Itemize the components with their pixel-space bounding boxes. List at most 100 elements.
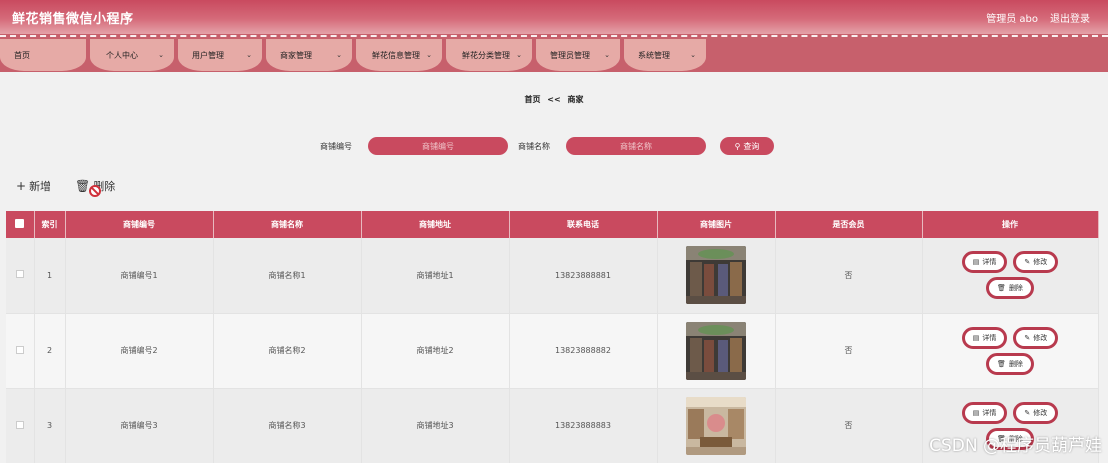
column-header: 商铺图片 xyxy=(657,211,776,238)
table-row: 2 商铺编号2 商铺名称2 商铺地址2 13823888882 否 ▤ 详情 ✎… xyxy=(6,313,1099,389)
detail-label: 详情 xyxy=(982,408,997,417)
document-icon: ▤ xyxy=(972,333,980,342)
edit-button[interactable]: ✎ 修改 xyxy=(1013,251,1059,274)
nav-admin-management[interactable]: 管理员管理 ⌄ xyxy=(536,39,620,71)
chevron-down-icon: ⌄ xyxy=(246,51,252,59)
breadcrumb-home[interactable]: 首页 xyxy=(525,95,541,104)
pencil-icon: ✎ xyxy=(1024,258,1031,267)
search-button-label: 查询 xyxy=(743,141,760,151)
phone-cell: 13823888883 xyxy=(509,388,658,463)
add-button[interactable]: + 新增 xyxy=(16,178,51,194)
edit-label: 修改 xyxy=(1033,408,1048,417)
search-button[interactable]: ⚲ 查询 xyxy=(720,137,774,155)
chevron-down-icon: ⌄ xyxy=(426,51,432,59)
phone-cell: 13823888881 xyxy=(509,238,658,314)
document-icon: ▤ xyxy=(972,408,980,417)
select-all-checkbox[interactable] xyxy=(15,219,25,228)
delete-button[interactable]: 🗑 删除 xyxy=(986,352,1034,375)
shop-address-cell: 商铺地址3 xyxy=(361,388,510,463)
not-allowed-cursor-icon xyxy=(89,185,101,197)
shop-name-label: 商铺名称 xyxy=(518,142,550,151)
nav-label: 鲜花信息管理 xyxy=(372,50,420,60)
chevron-down-icon: ⌄ xyxy=(158,51,164,59)
row-actions: ▤ 详情 ✎ 修改 🗑 删除 xyxy=(945,251,1075,300)
member-cell: 否 xyxy=(775,238,923,314)
trash-icon: 🗑 xyxy=(997,359,1006,368)
nav-home[interactable]: 首页 xyxy=(0,39,86,71)
chevron-down-icon: ⌄ xyxy=(516,51,522,59)
nav-merchant-management[interactable]: 商家管理 ⌄ xyxy=(266,39,352,71)
detail-label: 详情 xyxy=(982,258,997,267)
column-header: 联系电话 xyxy=(509,211,658,238)
detail-button[interactable]: ▤ 详情 xyxy=(961,401,1008,424)
csdn-watermark: CSDN @程序员葫芦娃 xyxy=(929,436,1102,456)
app-title: 鲜花销售微信小程序 xyxy=(12,12,134,27)
pencil-icon: ✎ xyxy=(1024,333,1031,342)
nav-label: 个人中心 xyxy=(106,50,138,60)
document-icon: ▤ xyxy=(972,258,980,267)
nav-label: 用户管理 xyxy=(192,50,224,60)
index-cell: 1 xyxy=(34,238,66,314)
delete-button[interactable]: 🗑 删除 xyxy=(986,277,1034,300)
nav-divider xyxy=(0,35,1108,37)
detail-button[interactable]: ▤ 详情 xyxy=(961,326,1008,349)
shop-code-input[interactable] xyxy=(368,137,508,155)
plus-icon: + xyxy=(16,179,27,193)
shop-code-cell: 商铺编号2 xyxy=(65,313,214,389)
nav-user-management[interactable]: 用户管理 ⌄ xyxy=(178,39,262,71)
shop-name-cell: 商铺名称3 xyxy=(213,388,362,463)
shop-image xyxy=(686,396,746,455)
table-header-row: 索引 商铺编号 商铺名称 商铺地址 联系电话 商铺图片 是否会员 操作 xyxy=(6,211,1099,238)
member-cell: 否 xyxy=(775,313,923,389)
nav-system-management[interactable]: 系统管理 ⌄ xyxy=(624,39,706,71)
row-checkbox[interactable] xyxy=(15,420,24,429)
detail-button[interactable]: ▤ 详情 xyxy=(961,251,1008,274)
nav-label: 系统管理 xyxy=(638,50,670,60)
table-row: 1 商铺编号1 商铺名称1 商铺地址1 13823888881 否 ▤ 详情 ✎… xyxy=(6,238,1099,314)
delete-label: 删除 xyxy=(1008,359,1023,368)
breadcrumb-current: 商家 xyxy=(567,95,584,104)
nav-flower-info-management[interactable]: 鲜花信息管理 ⌄ xyxy=(356,39,442,71)
nav-personal-center[interactable]: 个人中心 ⌄ xyxy=(90,39,174,71)
index-cell: 3 xyxy=(34,388,66,463)
shop-name-cell: 商铺名称1 xyxy=(213,238,362,314)
nav-label: 管理员管理 xyxy=(550,50,590,60)
pencil-icon: ✎ xyxy=(1024,408,1031,417)
row-checkbox[interactable] xyxy=(15,345,24,354)
edit-label: 修改 xyxy=(1033,258,1048,267)
column-header: 商铺编号 xyxy=(65,211,214,238)
shop-address-cell: 商铺地址1 xyxy=(361,238,510,314)
nav-flower-category-management[interactable]: 鲜花分类管理 ⌄ xyxy=(446,39,532,71)
shop-name-cell: 商铺名称2 xyxy=(213,313,362,389)
shop-code-cell: 商铺编号3 xyxy=(65,388,214,463)
add-button-label: 新增 xyxy=(29,180,52,193)
phone-cell: 13823888882 xyxy=(509,313,658,389)
delete-label: 删除 xyxy=(1008,284,1023,293)
nav-label: 商家管理 xyxy=(280,50,312,60)
nav-label: 首页 xyxy=(14,50,30,60)
row-checkbox[interactable] xyxy=(15,270,24,279)
column-header: 商铺地址 xyxy=(361,211,510,238)
shop-name-input[interactable] xyxy=(566,137,706,155)
merchant-table: 索引 商铺编号 商铺名称 商铺地址 联系电话 商铺图片 是否会员 操作 1 商铺… xyxy=(6,211,1099,463)
breadcrumb-separator: << xyxy=(547,95,561,104)
index-cell: 2 xyxy=(34,313,66,389)
shop-image xyxy=(686,246,746,305)
chevron-down-icon: ⌄ xyxy=(690,51,696,59)
column-header: 索引 xyxy=(34,211,66,238)
shop-code-cell: 商铺编号1 xyxy=(65,238,214,314)
breadcrumb: 首页 << 商家 xyxy=(0,94,1108,105)
trash-icon: 🗑 xyxy=(997,284,1006,293)
shop-address-cell: 商铺地址2 xyxy=(361,313,510,389)
edit-button[interactable]: ✎ 修改 xyxy=(1013,401,1059,424)
logout-link[interactable]: 退出登录 xyxy=(1050,10,1090,25)
column-header: 操作 xyxy=(922,211,1099,238)
select-all-cell[interactable] xyxy=(6,211,35,238)
shop-code-label: 商铺编号 xyxy=(320,142,352,151)
nav-label: 鲜花分类管理 xyxy=(462,50,510,60)
column-header: 是否会员 xyxy=(775,211,923,238)
edit-button[interactable]: ✎ 修改 xyxy=(1013,326,1059,349)
column-header: 商铺名称 xyxy=(213,211,362,238)
member-cell: 否 xyxy=(775,388,923,463)
edit-label: 修改 xyxy=(1033,333,1048,342)
